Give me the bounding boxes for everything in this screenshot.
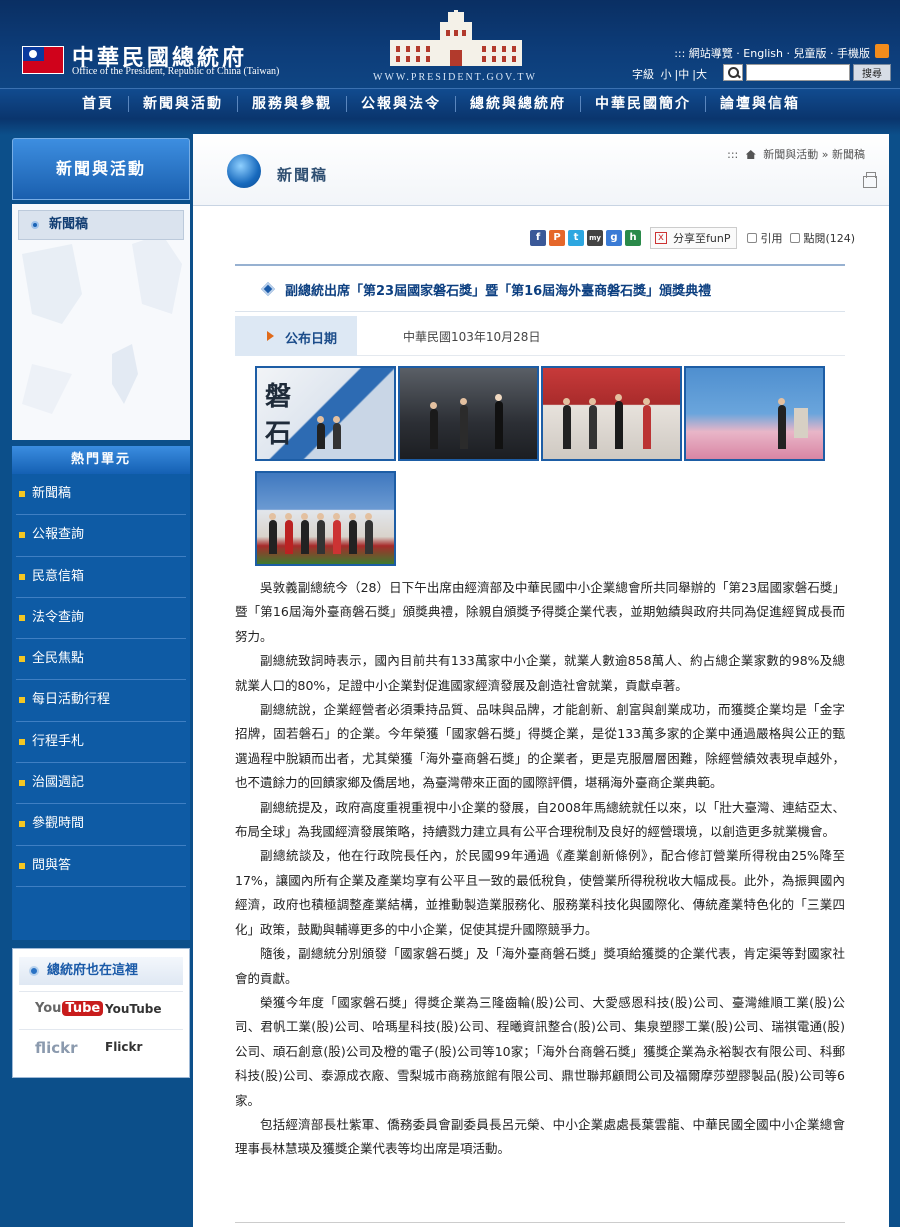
article-body: 吳敦義副總統今（28）日下午出席由經濟部及中華民國中小企業總會所共同舉辦的「第2… (235, 576, 845, 1162)
diamond-icon (260, 281, 276, 297)
article-paragraph: 副總統說，企業經營者必須秉持品質、品味與品牌，才能創新、創富與創業成功，而獲獎企… (235, 702, 845, 791)
font-small-button[interactable]: 小 (661, 68, 672, 81)
font-size-control: 字級 小 |中 |大 (632, 68, 707, 81)
arrow-icon (267, 331, 274, 341)
search-icon[interactable] (723, 64, 743, 81)
divider (357, 355, 845, 356)
share-bar: f P t my g h x 分享至funP 引用 點閱(124) (530, 227, 855, 249)
nav-item-home[interactable]: 首頁 (68, 96, 129, 112)
photo-thumbnail[interactable] (398, 366, 539, 461)
article-title: 副總統出席「第23屆國家磐石獎」暨「第16屆海外臺商磐石獎」頒獎典禮 (285, 284, 712, 299)
search-input[interactable] (746, 64, 850, 81)
breadcrumb: ::: 新聞與活動 » 新聞稿 (727, 146, 865, 162)
bullet-icon (31, 221, 39, 229)
hand-icon (790, 233, 801, 243)
photo-thumbnail[interactable] (255, 471, 396, 566)
twitter-icon[interactable]: t (568, 230, 584, 246)
myspace-icon[interactable]: my (587, 230, 603, 246)
social-title-label: 總統府也在這裡 (47, 963, 139, 978)
nav-item-president[interactable]: 總統與總統府 (456, 96, 581, 112)
hot-item-focus[interactable]: 全民焦點 (16, 639, 186, 681)
social-box: 總統府也在這裡 You Tube YouTube flickr Flickr (12, 948, 190, 1078)
hot-item-press-release[interactable]: 新聞稿 (16, 474, 186, 516)
pubdate-value: 中華民國103年10月28日 (403, 330, 541, 344)
photo-thumbnail[interactable]: 磐石 (255, 366, 396, 461)
rss-icon[interactable] (875, 44, 889, 58)
site-header: 中華民國總統府 Office of the President, Republi… (0, 0, 900, 88)
hot-item-visit-time[interactable]: 參觀時間 (16, 804, 186, 846)
nav-shadow (0, 119, 900, 135)
flickr-label: Flickr (105, 1040, 143, 1054)
nav-item-forum[interactable]: 論壇與信箱 (706, 96, 814, 112)
breadcrumb-prefix: ::: (727, 148, 739, 161)
sidebar-item-label: 新聞稿 (49, 217, 89, 232)
hot-item-notes[interactable]: 行程手札 (16, 722, 186, 764)
article-paragraph: 隨後，副總統分別頒發「國家磐石獎」及「海外臺商磐石獎」獎項給獲獎的企業代表，肯定… (235, 946, 845, 986)
hot-item-schedule[interactable]: 每日活動行程 (16, 680, 186, 722)
flickr-link[interactable]: flickr Flickr (19, 1029, 183, 1065)
left-sidebar: 新聞與活動 新聞稿 熱門單元 新聞稿 公報查詢 民意信箱 法令查詢 全民焦點 每… (12, 138, 190, 1078)
bullet-icon (29, 966, 39, 976)
quote-link[interactable]: 引用 (747, 230, 782, 246)
globe-icon (227, 154, 261, 188)
youtube-link[interactable]: You Tube YouTube (19, 991, 183, 1027)
roc-flag-icon (22, 46, 64, 74)
breadcrumb-path[interactable]: 新聞與活動 » 新聞稿 (763, 148, 865, 161)
facebook-icon[interactable]: f (530, 230, 546, 246)
quote-icon (747, 233, 758, 243)
article-paragraph: 吳敦義副總統今（28）日下午出席由經濟部及中華民國中小企業總會所共同舉辦的「第2… (235, 580, 845, 644)
hot-item-law[interactable]: 法令查詢 (16, 598, 186, 640)
youtube-label: YouTube (105, 1002, 162, 1016)
nav-item-roc-intro[interactable]: 中華民國簡介 (581, 96, 706, 112)
photo-thumbnail[interactable] (684, 366, 825, 461)
nav-item-gazette[interactable]: 公報與法令 (347, 96, 456, 112)
font-size-label: 字級 (632, 68, 654, 81)
pubdate-label: 公布日期 (285, 332, 338, 347)
sidebar-item-press-release[interactable]: 新聞稿 (18, 210, 184, 240)
font-medium-button[interactable]: 中 (678, 68, 689, 81)
funp-icon: x (655, 232, 667, 244)
site-subtitle: Office of the President, Republic of Chi… (72, 66, 280, 77)
hot-units-title: 熱門單元 (12, 446, 190, 474)
search-button[interactable]: 搜尋 (853, 64, 891, 81)
article-paragraph: 副總統致詞時表示，國內目前共有133萬家中小企業，就業人數逾858萬人、約占總企… (235, 653, 845, 693)
hits-counter: 點閱(124) (790, 230, 855, 246)
funp-label: 分享至funP (673, 232, 731, 245)
plurk-icon[interactable]: P (549, 230, 565, 246)
hot-item-faq[interactable]: 問與答 (16, 846, 186, 887)
divider (235, 1222, 845, 1223)
article-paragraph: 副總統談及，他在行政院長任內，於民國99年通過《產業創新條例》，配合修訂營業所得… (235, 848, 845, 937)
hot-units-section: 熱門單元 新聞稿 公報查詢 民意信箱 法令查詢 全民焦點 每日活動行程 行程手札… (12, 446, 190, 940)
main-content: 新聞稿 ::: 新聞與活動 » 新聞稿 f P t my g h x 分享至fu… (193, 134, 889, 1227)
section-header: 新聞與活動 (12, 138, 190, 200)
presidential-building-logo (390, 10, 522, 66)
youtube-icon: You Tube (35, 1001, 104, 1016)
flickr-icon: flickr (35, 1039, 78, 1057)
print-icon[interactable] (863, 172, 877, 188)
hemidemi-icon[interactable]: h (625, 230, 641, 246)
article-paragraph: 榮獲今年度「國家磐石獎」得獎企業為三隆齒輪(股)公司、大愛感恩科技(股)公司、臺… (235, 994, 845, 1108)
font-large-button[interactable]: 大 (696, 68, 707, 81)
content-header: 新聞稿 ::: 新聞與活動 » 新聞稿 (193, 134, 889, 206)
hot-item-mailbox[interactable]: 民意信箱 (16, 557, 186, 598)
article-title-box: 副總統出席「第23屆國家磐石獎」暨「第16屆海外臺商磐石獎」頒獎典禮 (235, 264, 845, 312)
hot-item-weekly[interactable]: 治國週記 (16, 763, 186, 805)
home-icon[interactable] (745, 150, 756, 159)
funp-share-button[interactable]: x 分享至funP (650, 227, 738, 249)
nav-item-services[interactable]: 服務與參觀 (238, 96, 347, 112)
sidebar-submenu: 新聞稿 (12, 204, 190, 440)
nav-item-news[interactable]: 新聞與活動 (129, 96, 238, 112)
main-nav: 首頁 新聞與活動 服務與參觀 公報與法令 總統與總統府 中華民國簡介 論壇與信箱 (0, 88, 900, 119)
photo-thumbnail[interactable] (541, 366, 682, 461)
social-title: 總統府也在這裡 (19, 957, 183, 985)
article-paragraph: 包括經濟部長杜紫軍、僑務委員會副委員長呂元榮、中小企業處處長葉雲龍、中華民國全國… (235, 1116, 845, 1157)
site-url: WWW.PRESIDENT.GOV.TW (373, 72, 537, 83)
google-icon[interactable]: g (606, 230, 622, 246)
hot-item-gazette[interactable]: 公報查詢 (16, 515, 186, 557)
pubdate-label-box: 公布日期 (235, 316, 357, 356)
top-links[interactable]: ::: 網站導覽 · English · 兒童版 · 手機版 (674, 45, 870, 61)
page-title: 新聞稿 (277, 166, 329, 184)
article-paragraph: 副總統提及，政府高度重視重視中小企業的發展，自2008年馬總統就任以來，以「壯大… (235, 799, 845, 840)
